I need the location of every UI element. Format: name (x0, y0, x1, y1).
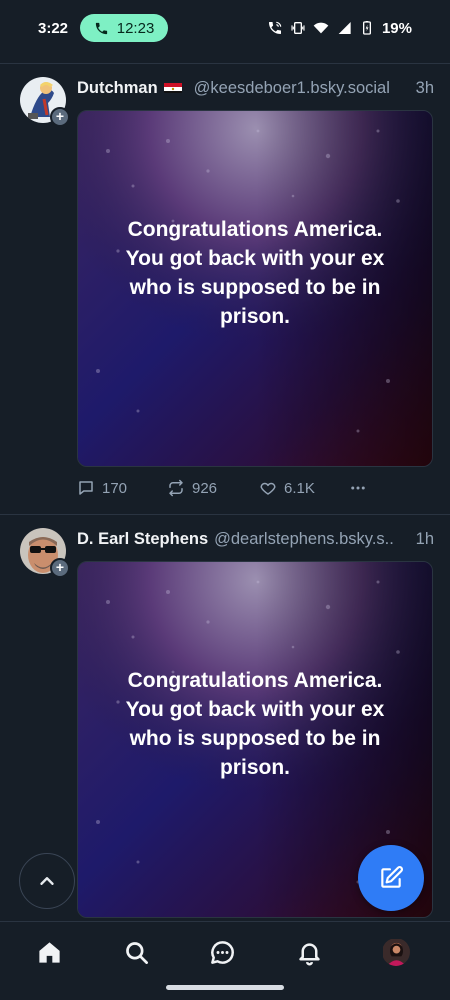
image-caption-text: Congratulations America. You got back wi… (78, 666, 432, 782)
vibrate-icon (291, 22, 305, 34)
ongoing-call-pill[interactable]: 12:23 (80, 14, 169, 42)
image-text-line: prison. (219, 305, 290, 328)
call-timer: 12:23 (116, 19, 155, 37)
post-header: D. Earl Stephens @dearlstephens.bsky.s..… (77, 530, 434, 549)
post-timestamp[interactable]: 1h (408, 530, 434, 549)
reply-button[interactable]: 170 (77, 479, 167, 497)
follow-plus-icon[interactable]: + (50, 107, 70, 127)
home-indicator (166, 985, 284, 990)
image-text-line: Congratulations America. (127, 669, 383, 692)
post-header: Dutchman @keesdeboer1.bsky.social 3h (77, 79, 434, 98)
signal-icon (338, 22, 351, 34)
home-icon (38, 941, 60, 963)
author-name[interactable]: D. Earl Stephens (77, 530, 208, 549)
phone-icon (95, 22, 107, 34)
bell-icon (298, 942, 320, 966)
author-avatar[interactable]: + (20, 77, 70, 127)
chat-icon (210, 940, 234, 964)
egypt-flag-icon (163, 81, 182, 93)
heart-icon (260, 482, 276, 495)
image-text-line: who is supposed to be in (129, 276, 381, 299)
wifi-calling-icon (268, 21, 282, 34)
image-caption-text: Congratulations America. You got back wi… (78, 215, 432, 331)
post-image[interactable]: Congratulations America. You got back wi… (77, 110, 433, 467)
nav-notifications[interactable] (294, 937, 324, 967)
repost-button[interactable]: 926 (167, 479, 259, 497)
avatar (382, 938, 410, 966)
status-time: 3:22 (38, 19, 69, 37)
author-handle[interactable]: @dearlstephens.bsky.s.. (214, 530, 394, 549)
search-icon (125, 941, 148, 964)
reply-count: 170 (102, 479, 128, 497)
image-text-line: who is supposed to be in (129, 727, 381, 750)
bottom-navigation (0, 921, 450, 1000)
nav-search[interactable] (121, 937, 151, 967)
author-handle[interactable]: @keesdeboer1.bsky.social (194, 79, 390, 98)
post-actions: 170 926 6.1K (77, 479, 433, 497)
post[interactable]: + Dutchman @keesdeboer1.bsky.social 3h C… (0, 64, 450, 514)
image-text-line: You got back with your ex (125, 247, 385, 270)
wifi-icon (313, 22, 329, 34)
battery-percent: 19% (381, 19, 412, 37)
compose-post-button[interactable] (358, 845, 424, 911)
repost-count: 926 (192, 479, 218, 497)
post-timestamp[interactable]: 3h (408, 79, 434, 98)
image-text-line: You got back with your ex (125, 698, 385, 721)
chevron-up-icon (40, 877, 54, 885)
scroll-to-top-button[interactable] (19, 853, 75, 909)
more-horizontal-icon (351, 486, 365, 490)
comment-icon (79, 481, 93, 495)
compose-icon (381, 866, 403, 888)
nav-profile-avatar[interactable] (382, 938, 410, 966)
like-button[interactable]: 6.1K (259, 479, 349, 497)
author-name[interactable]: Dutchman (77, 79, 158, 98)
image-text-line: prison. (219, 756, 290, 779)
status-icons: 19% (267, 20, 412, 37)
like-count: 6.1K (284, 479, 315, 497)
nav-home[interactable] (34, 937, 64, 967)
image-text-line: Congratulations America. (127, 218, 383, 241)
battery-icon (362, 21, 371, 35)
follow-plus-icon[interactable]: + (50, 558, 70, 578)
status-bar: 3:22 12:23 19% (0, 0, 450, 56)
repost-icon (169, 479, 183, 497)
author-avatar[interactable]: + (20, 528, 70, 578)
more-options-button[interactable] (349, 479, 367, 497)
nav-messages[interactable] (207, 937, 237, 967)
